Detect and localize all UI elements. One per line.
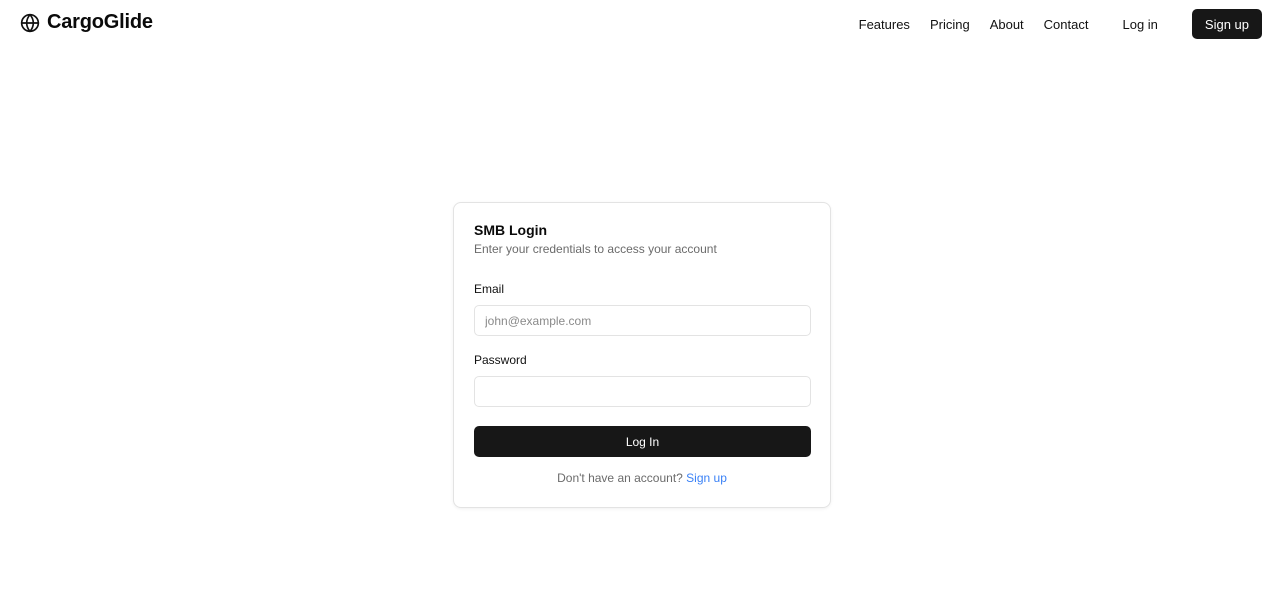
- password-field[interactable]: [474, 376, 811, 407]
- card-subtitle: Enter your credentials to access your ac…: [474, 242, 717, 256]
- password-label: Password: [474, 353, 527, 367]
- brand-name: CargoGlide: [47, 11, 153, 33]
- login-card: SMB Login Enter your credentials to acce…: [453, 202, 831, 508]
- brand-home-link[interactable]: CargoGlide: [20, 11, 153, 34]
- nav-link-pricing[interactable]: Pricing: [930, 17, 970, 32]
- card-title: SMB Login: [474, 222, 548, 238]
- signup-link[interactable]: Sign up: [686, 471, 727, 485]
- top-navigation-bar: CargoGlide Features Pricing About Contac…: [0, 0, 1280, 48]
- email-field[interactable]: [474, 305, 811, 336]
- signup-prompt-text: Don't have an account?: [557, 471, 683, 485]
- header-login-link[interactable]: Log in: [1122, 17, 1157, 32]
- nav-link-contact[interactable]: Contact: [1044, 17, 1089, 32]
- login-submit-button[interactable]: Log In: [474, 426, 811, 457]
- nav-link-about[interactable]: About: [990, 17, 1024, 32]
- signup-prompt: Don't have an account? Sign up: [454, 471, 830, 485]
- globe-icon: [20, 13, 40, 33]
- main-nav: Features Pricing About Contact Log in Si…: [859, 0, 1262, 48]
- email-label: Email: [474, 282, 505, 296]
- nav-link-features[interactable]: Features: [859, 17, 910, 32]
- header-signup-button[interactable]: Sign up: [1191, 9, 1262, 39]
